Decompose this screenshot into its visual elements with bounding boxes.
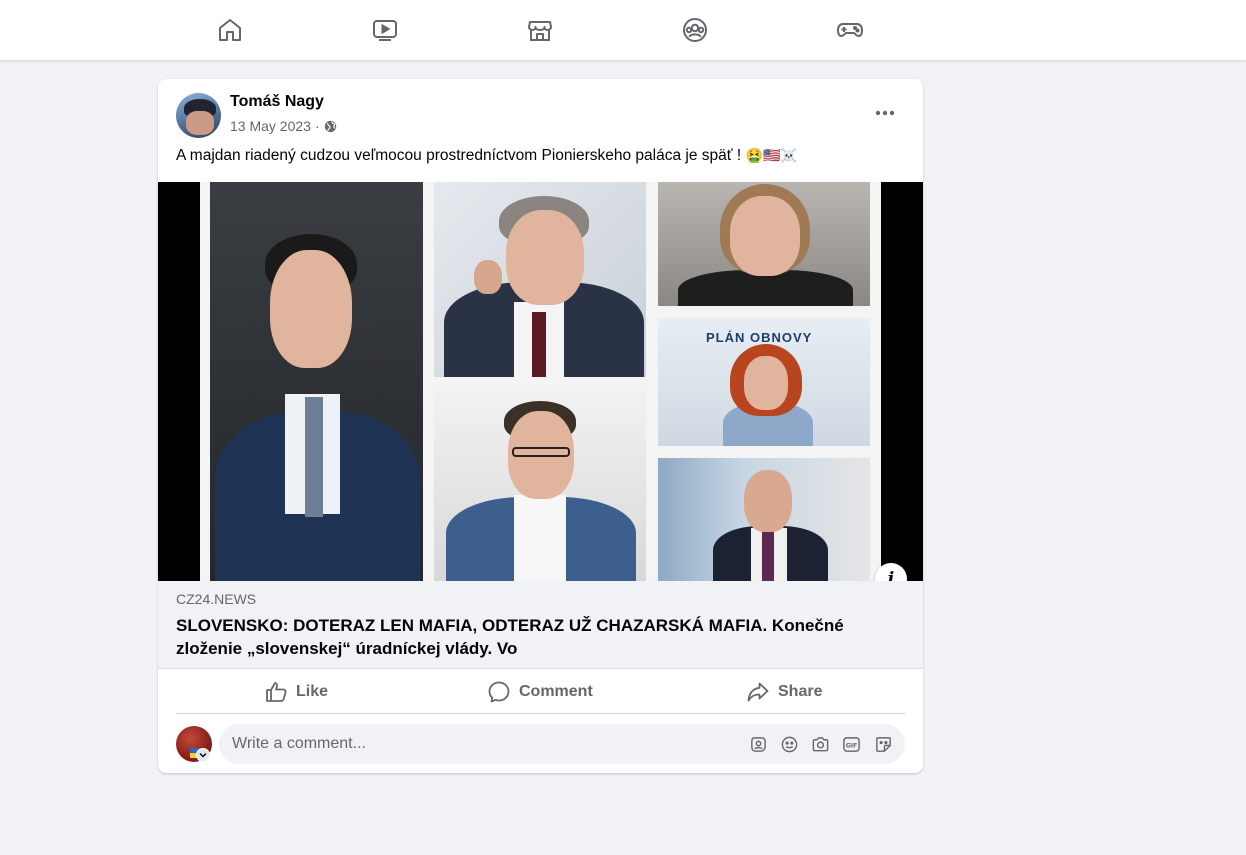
gif-button[interactable]: GIF xyxy=(841,734,861,754)
nav-video-button[interactable] xyxy=(365,10,405,50)
marketplace-icon xyxy=(528,21,552,41)
nav-gaming-button[interactable] xyxy=(830,10,870,50)
avatar-sticker-icon xyxy=(750,736,766,752)
collage-photo-1 xyxy=(210,182,423,581)
thumbs-up-icon xyxy=(266,682,287,702)
post-card: Tomáš Nagy 13 May 2023 · A majdan riaden… xyxy=(158,79,923,773)
meta-separator: · xyxy=(314,118,320,134)
collage-photo-5 xyxy=(434,387,646,581)
video-icon xyxy=(373,20,397,41)
nav-groups-button[interactable] xyxy=(675,10,715,50)
like-button[interactable]: Like xyxy=(264,672,328,712)
link-preview[interactable]: CZ24.NEWS SLOVENSKO: DOTERAZ LEN MAFIA, … xyxy=(158,581,923,669)
link-preview-image[interactable]: PLÁN OBNOVY xyxy=(158,182,923,581)
link-title: SLOVENSKO: DOTERAZ LEN MAFIA, ODTERAZ UŽ… xyxy=(176,616,844,658)
post-meta: 13 May 2023 · xyxy=(230,118,337,134)
collage-photo-6 xyxy=(658,458,870,581)
collage-photo-4: PLÁN OBNOVY xyxy=(658,318,870,446)
globe-icon[interactable] xyxy=(324,120,337,133)
emoji-button[interactable] xyxy=(779,734,799,754)
skull-crossbones-emoji: ☠️ xyxy=(780,147,798,163)
share-label: Share xyxy=(778,683,823,700)
comment-button[interactable]: Comment xyxy=(487,672,593,712)
camera-icon xyxy=(812,736,828,751)
profile-switch-chevron[interactable] xyxy=(196,748,210,762)
share-button[interactable]: Share xyxy=(746,672,822,712)
like-label: Like xyxy=(296,683,329,700)
photo-button[interactable] xyxy=(810,734,830,754)
collage-photo-3 xyxy=(658,182,870,306)
us-flag-emoji: 🇺🇸 xyxy=(762,147,781,163)
gif-icon: GIF xyxy=(842,736,860,752)
author-avatar[interactable] xyxy=(176,93,221,138)
post-body: A majdan riadený cudzou veľmocou prostre… xyxy=(176,147,742,164)
comment-composer: GIF xyxy=(219,724,905,764)
post-more-options-button[interactable] xyxy=(869,97,901,129)
top-nav-bar xyxy=(0,0,1246,61)
post-action-bar: Like Comment Share xyxy=(176,672,905,714)
share-arrow-icon xyxy=(747,682,769,702)
comment-label: Comment xyxy=(519,683,593,700)
link-domain: CZ24.NEWS xyxy=(176,591,257,607)
image-sign-text: PLÁN OBNOVY xyxy=(706,330,813,345)
comment-icon xyxy=(488,681,510,703)
post-date[interactable]: 13 May 2023 xyxy=(230,118,311,134)
comment-input[interactable] xyxy=(232,724,732,764)
avatar-sticker-button[interactable] xyxy=(748,734,768,754)
groups-icon xyxy=(683,18,707,42)
home-icon xyxy=(219,19,241,41)
collage-photo-2 xyxy=(434,182,646,377)
photo-collage: PLÁN OBNOVY xyxy=(200,182,881,581)
smiley-icon xyxy=(781,736,797,752)
vomiting-face-emoji: 🤮 xyxy=(745,147,763,163)
more-horizontal-icon xyxy=(875,110,895,116)
author-name[interactable]: Tomáš Nagy xyxy=(230,93,324,111)
chevron-down-icon xyxy=(199,753,207,758)
sticker-button[interactable] xyxy=(873,734,893,754)
svg-text:GIF: GIF xyxy=(845,742,857,749)
post-text: A majdan riadený cudzou veľmocou prostre… xyxy=(176,147,798,165)
nav-marketplace-button[interactable] xyxy=(520,10,560,50)
sticker-icon xyxy=(875,736,891,752)
gaming-icon xyxy=(837,23,863,37)
nav-home-button[interactable] xyxy=(210,10,250,50)
